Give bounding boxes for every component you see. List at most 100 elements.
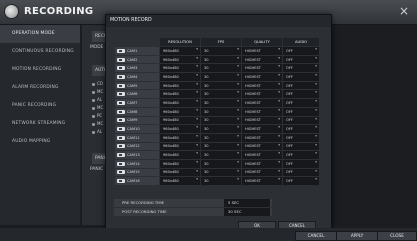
quality-select[interactable]: HIGHEST ▾ (241, 106, 283, 117)
close-button[interactable]: CLOSE (377, 231, 417, 241)
quality-select[interactable]: HIGHEST ▾ (241, 167, 283, 178)
pre-recording-time-select[interactable]: 5 SEC (224, 199, 270, 207)
chevron-down-icon: ▾ (237, 64, 239, 69)
quality-value: HIGHEST (245, 92, 261, 97)
cancel-button[interactable]: CANCEL (295, 231, 337, 241)
column-header-quality[interactable]: QUALITY (241, 37, 283, 47)
fps-select[interactable]: 30 ▾ (200, 106, 242, 117)
resolution-select[interactable]: 960x480 ▾ (159, 176, 201, 186)
resolution-select[interactable]: 960x480 ▾ (159, 54, 201, 65)
column-header-resolution[interactable]: RESOLUTION (159, 37, 201, 47)
audio-select[interactable]: OFF ▾ (282, 98, 320, 108)
fps-select[interactable]: 30 ▾ (200, 80, 242, 91)
fps-select[interactable]: 30 ▾ (200, 63, 242, 74)
camera-icon (117, 83, 125, 88)
audio-select[interactable]: OFF ▾ (282, 54, 320, 65)
chevron-down-icon: ▾ (278, 64, 280, 69)
audio-select[interactable]: OFF ▾ (282, 176, 320, 186)
fps-select[interactable]: 30 ▾ (200, 141, 242, 152)
close-icon[interactable]: × (399, 4, 409, 18)
sidebar-item-continuous-recording[interactable]: CONTINUOUS RECORDING (0, 43, 80, 61)
radio-option[interactable]: MC (92, 121, 103, 126)
sidebar-item-operation-mode[interactable]: OPERATION MODE (0, 25, 80, 43)
radio-option[interactable]: AL (92, 97, 102, 102)
quality-select[interactable]: HIGHEST ▾ (241, 54, 283, 65)
quality-value: HIGHEST (245, 109, 261, 114)
camera-icon (117, 118, 125, 123)
resolution-select[interactable]: 960x480 ▾ (159, 106, 201, 117)
radio-option[interactable]: CO (92, 81, 103, 86)
fps-select[interactable]: 30 ▾ (200, 150, 242, 160)
column-header-fps[interactable]: FPS (200, 37, 242, 47)
audio-select[interactable]: OFF ▾ (282, 106, 320, 117)
radio-option[interactable]: MC (92, 105, 103, 110)
audio-value: OFF (286, 135, 293, 140)
resolution-select[interactable]: 960x480 ▾ (159, 80, 201, 91)
quality-select[interactable]: HIGHEST ▾ (241, 46, 283, 56)
fps-select[interactable]: 30 ▾ (200, 54, 242, 65)
audio-select[interactable]: OFF ▾ (282, 89, 320, 100)
radio-option[interactable]: MC (92, 89, 103, 94)
camera-header (115, 38, 160, 47)
camera-icon (117, 100, 125, 105)
resolution-select[interactable]: 960x480 ▾ (159, 89, 201, 100)
audio-select[interactable]: OFF ▾ (282, 46, 320, 56)
resolution-select[interactable]: 960x480 ▾ (159, 132, 201, 143)
resolution-select[interactable]: 960x480 ▾ (159, 72, 201, 82)
resolution-select[interactable]: 960x480 ▾ (159, 115, 201, 126)
audio-select[interactable]: OFF ▾ (282, 158, 320, 169)
fps-select[interactable]: 30 ▾ (200, 124, 242, 134)
audio-select[interactable]: OFF ▾ (282, 115, 320, 126)
quality-select[interactable]: HIGHEST ▾ (241, 124, 283, 134)
sidebar-item-alarm-recording[interactable]: ALARM RECORDING (0, 79, 80, 97)
resolution-select[interactable]: 960x480 ▾ (159, 46, 201, 56)
chevron-down-icon: ▾ (237, 151, 239, 156)
audio-select[interactable]: OFF ▾ (282, 63, 320, 74)
quality-select[interactable]: HIGHEST ▾ (241, 141, 283, 152)
fps-select[interactable]: 30 ▾ (200, 89, 242, 100)
fps-select[interactable]: 30 ▾ (200, 158, 242, 169)
quality-select[interactable]: HIGHEST ▾ (241, 80, 283, 91)
quality-select[interactable]: HIGHEST ▾ (241, 132, 283, 143)
sidebar-item-motion-recording[interactable]: MOTION RECORDING (0, 61, 80, 79)
quality-select[interactable]: HIGHEST ▾ (241, 63, 283, 74)
fps-select[interactable]: 30 ▾ (200, 176, 242, 186)
resolution-select[interactable]: 960x480 ▾ (159, 98, 201, 108)
resolution-select[interactable]: 960x480 ▾ (159, 124, 201, 134)
quality-select[interactable]: HIGHEST ▾ (241, 115, 283, 126)
sidebar-item-network-streaming[interactable]: NETWORK STREAMING (0, 115, 80, 133)
sidebar-item-panic-recording[interactable]: PANIC RECORDING (0, 97, 80, 115)
radio-option[interactable]: AL (92, 129, 102, 134)
fps-select[interactable]: 30 ▾ (200, 167, 242, 178)
fps-select[interactable]: 30 ▾ (200, 98, 242, 108)
audio-select[interactable]: OFF ▾ (282, 132, 320, 143)
fps-select[interactable]: 30 ▾ (200, 72, 242, 82)
audio-select[interactable]: OFF ▾ (282, 124, 320, 134)
quality-value: HIGHEST (245, 66, 261, 71)
quality-select[interactable]: HIGHEST ▾ (241, 158, 283, 169)
quality-select[interactable]: HIGHEST ▾ (241, 98, 283, 108)
audio-select[interactable]: OFF ▾ (282, 72, 320, 82)
sidebar-item-audio-mapping[interactable]: AUDIO MAPPING (0, 133, 80, 151)
column-header-audio[interactable]: AUDIO (282, 37, 320, 47)
apply-button[interactable]: APPLY (336, 231, 378, 241)
resolution-select[interactable]: 960x480 ▾ (159, 158, 201, 169)
quality-select[interactable]: HIGHEST ▾ (241, 150, 283, 160)
quality-select[interactable]: HIGHEST ▾ (241, 72, 283, 82)
fps-select[interactable]: 30 ▾ (200, 46, 242, 56)
audio-select[interactable]: OFF ▾ (282, 167, 320, 178)
post-recording-time-select[interactable]: 30 SEC (224, 208, 270, 216)
resolution-select[interactable]: 960x480 ▾ (159, 63, 201, 74)
audio-select[interactable]: OFF ▾ (282, 150, 320, 160)
radio-option[interactable]: PC (92, 113, 102, 118)
fps-select[interactable]: 30 ▾ (200, 132, 242, 143)
quality-select[interactable]: HIGHEST ▾ (241, 89, 283, 100)
audio-select[interactable]: OFF ▾ (282, 80, 320, 91)
fps-value: 30 (204, 118, 209, 123)
audio-select[interactable]: OFF ▾ (282, 141, 320, 152)
resolution-select[interactable]: 960x480 ▾ (159, 167, 201, 178)
fps-select[interactable]: 30 ▾ (200, 115, 242, 126)
resolution-select[interactable]: 960x480 ▾ (159, 150, 201, 160)
quality-select[interactable]: HIGHEST ▾ (241, 176, 283, 186)
resolution-select[interactable]: 960x480 ▾ (159, 141, 201, 152)
